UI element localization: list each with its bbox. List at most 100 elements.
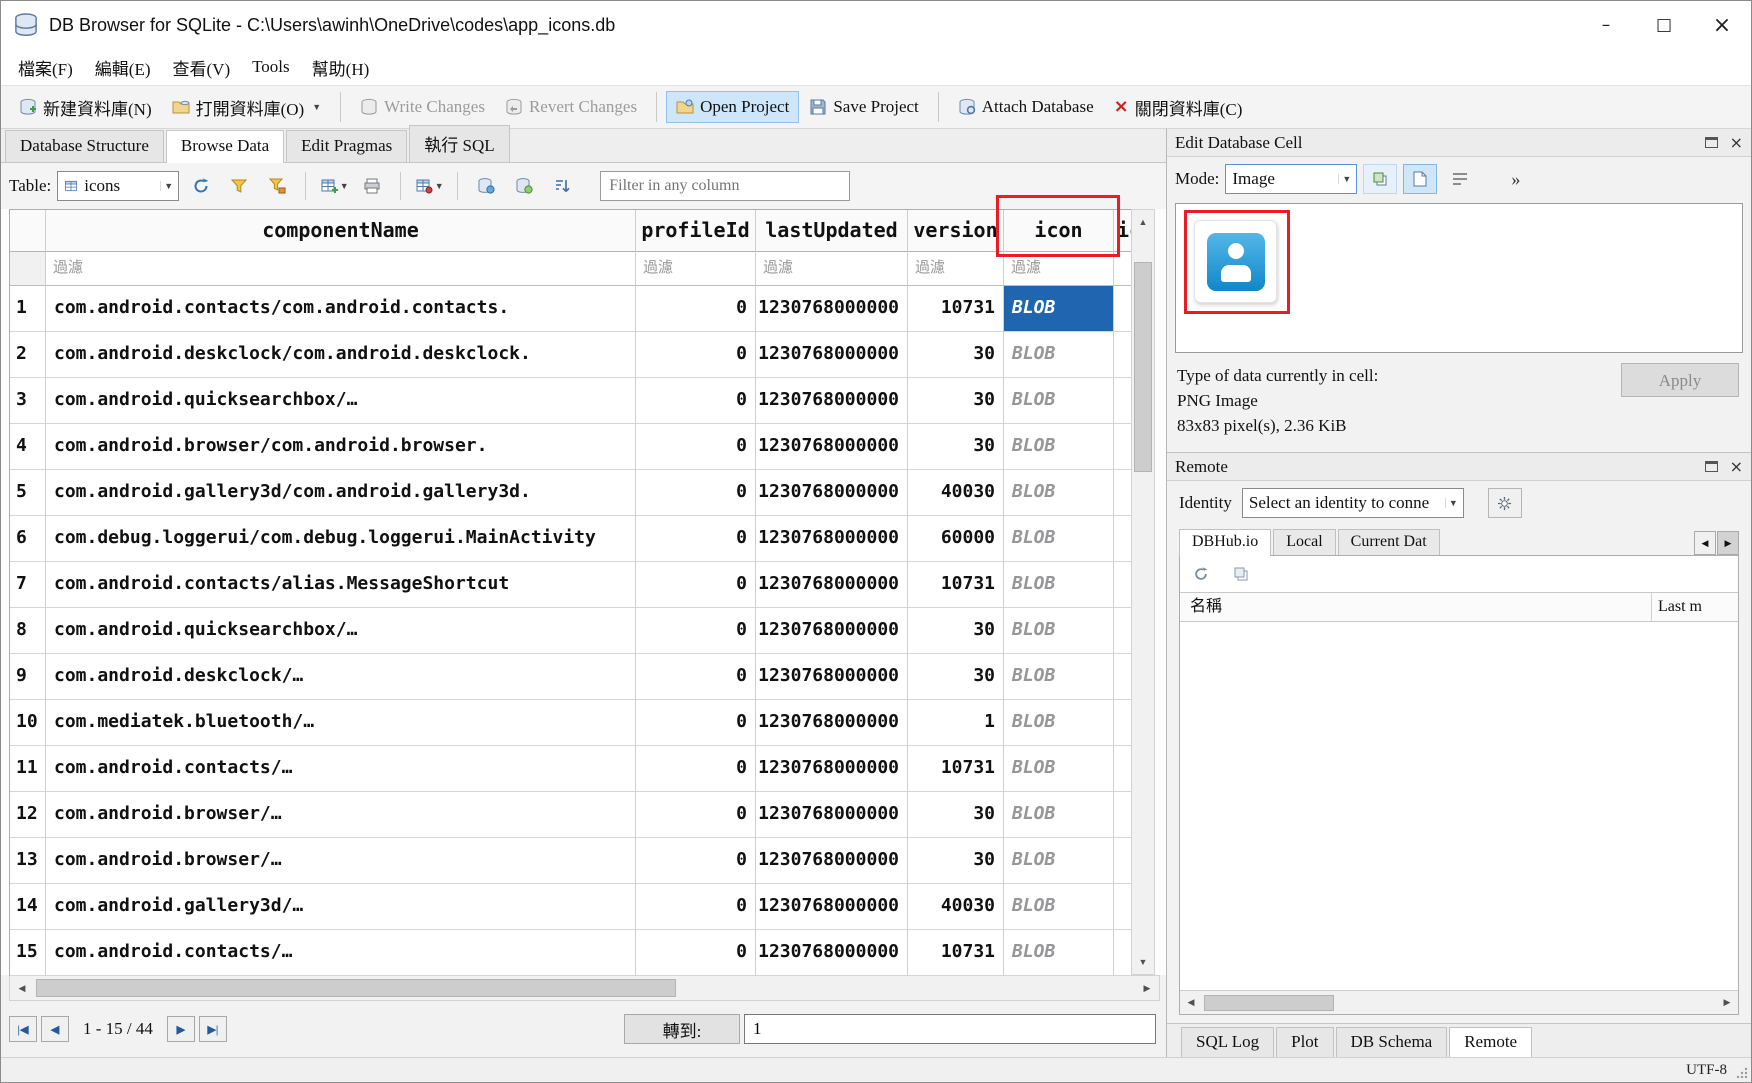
- next-page-button[interactable]: ▶: [167, 1016, 195, 1042]
- version-cell[interactable]: 30: [908, 332, 1004, 378]
- version-cell[interactable]: 30: [908, 608, 1004, 654]
- icon-blob-cell[interactable]: BLOB: [1004, 516, 1114, 562]
- table-row[interactable]: 2 com.android.deskclock/com.android.desk…: [10, 332, 1131, 378]
- last-updated-cell[interactable]: 1230768000000: [756, 838, 908, 884]
- table-row[interactable]: 10 com.mediatek.bluetooth/… 0 1230768000…: [10, 700, 1131, 746]
- filter-componentName[interactable]: 過濾: [46, 252, 636, 286]
- last-updated-cell[interactable]: 1230768000000: [756, 746, 908, 792]
- apply-button[interactable]: Apply: [1621, 363, 1739, 397]
- component-name-cell[interactable]: com.android.browser/…: [46, 792, 636, 838]
- remote-tab-dbhub[interactable]: DBHub.io: [1179, 529, 1271, 556]
- open-external-button[interactable]: [1363, 164, 1397, 194]
- vertical-scrollbar[interactable]: ▲ ▼: [1131, 209, 1155, 975]
- save-filter-button[interactable]: [261, 170, 293, 202]
- identity-select[interactable]: Select an identity to conne ▼: [1242, 488, 1464, 518]
- menu-view[interactable]: 查看(V): [162, 50, 242, 85]
- maximize-button[interactable]: □: [1635, 1, 1693, 49]
- header-lastUpdated[interactable]: lastUpdated: [756, 210, 908, 252]
- open-database-dropdown-icon[interactable]: ▼: [312, 102, 321, 112]
- last-updated-cell[interactable]: 1230768000000: [756, 608, 908, 654]
- table-row[interactable]: 9 com.android.deskclock/… 0 123076800000…: [10, 654, 1131, 700]
- remote-table-body[interactable]: [1180, 622, 1738, 990]
- menu-help[interactable]: 幫助(H): [301, 50, 381, 85]
- open-project-button[interactable]: Open Project: [666, 91, 799, 123]
- scroll-left-button[interactable]: ◀: [10, 976, 34, 1000]
- tab-database-structure[interactable]: Database Structure: [5, 130, 164, 162]
- last-updated-cell[interactable]: 1230768000000: [756, 792, 908, 838]
- goto-button[interactable]: 轉到:: [624, 1014, 740, 1044]
- save-results-button[interactable]: ▼: [413, 170, 445, 202]
- minimize-button[interactable]: –: [1577, 1, 1635, 49]
- last-updated-cell[interactable]: 1230768000000: [756, 516, 908, 562]
- filter-any-column-input[interactable]: [600, 171, 850, 201]
- profile-id-cell[interactable]: 0: [636, 378, 756, 424]
- filter-profileId[interactable]: 過濾: [636, 252, 756, 286]
- new-database-button[interactable]: 新建資料庫(N): [9, 89, 162, 126]
- save-project-button[interactable]: Save Project: [799, 91, 928, 123]
- tab-execute-sql[interactable]: 執行 SQL: [409, 125, 509, 162]
- scroll-up-button[interactable]: ▲: [1132, 210, 1154, 234]
- icon-blob-cell[interactable]: BLOB: [1004, 930, 1114, 976]
- profile-id-cell[interactable]: 0: [636, 838, 756, 884]
- remote-tab-local[interactable]: Local: [1273, 529, 1335, 555]
- table-row[interactable]: 7 com.android.contacts/alias.MessageShor…: [10, 562, 1131, 608]
- icon-blob-cell[interactable]: BLOB: [1004, 746, 1114, 792]
- component-name-cell[interactable]: com.android.contacts/…: [46, 930, 636, 976]
- profile-id-cell[interactable]: 0: [636, 286, 756, 332]
- icon-blob-cell[interactable]: BLOB: [1004, 838, 1114, 884]
- close-button[interactable]: ×: [1693, 1, 1751, 49]
- last-updated-cell[interactable]: 1230768000000: [756, 332, 908, 378]
- last-page-button[interactable]: ▶|: [199, 1016, 227, 1042]
- last-updated-cell[interactable]: 1230768000000: [756, 424, 908, 470]
- version-cell[interactable]: 10731: [908, 562, 1004, 608]
- profile-id-cell[interactable]: 0: [636, 746, 756, 792]
- component-name-cell[interactable]: com.android.quicksearchbox/…: [46, 378, 636, 424]
- table-row[interactable]: 1 com.android.contacts/com.android.conta…: [10, 286, 1131, 332]
- table-row[interactable]: 6 com.debug.loggerui/com.debug.loggerui.…: [10, 516, 1131, 562]
- dock-tab-db-schema[interactable]: DB Schema: [1336, 1027, 1448, 1057]
- icon-blob-cell[interactable]: BLOB: [1004, 470, 1114, 516]
- tab-browse-data[interactable]: Browse Data: [166, 130, 284, 163]
- revert-changes-button[interactable]: Revert Changes: [495, 91, 647, 123]
- menu-file[interactable]: 檔案(F): [7, 50, 84, 85]
- table-row[interactable]: 3 com.android.quicksearchbox/… 0 1230768…: [10, 378, 1131, 424]
- toolbar-overflow-icon[interactable]: »: [1511, 169, 1520, 190]
- profile-id-cell[interactable]: 0: [636, 332, 756, 378]
- menu-tools[interactable]: Tools: [241, 52, 301, 82]
- component-name-cell[interactable]: com.android.contacts/com.android.contact…: [46, 286, 636, 332]
- header-truncated[interactable]: ic: [1114, 210, 1131, 252]
- version-cell[interactable]: 30: [908, 378, 1004, 424]
- component-name-cell[interactable]: com.android.gallery3d/com.android.galler…: [46, 470, 636, 516]
- identity-settings-button[interactable]: [1488, 488, 1522, 518]
- last-updated-cell[interactable]: 1230768000000: [756, 378, 908, 424]
- icon-blob-cell[interactable]: BLOB: [1004, 700, 1114, 746]
- float-panel-button[interactable]: [1705, 461, 1718, 472]
- attach-database-button[interactable]: Attach Database: [948, 91, 1104, 123]
- dock-tab-plot[interactable]: Plot: [1276, 1027, 1333, 1057]
- version-cell[interactable]: 40030: [908, 884, 1004, 930]
- scroll-down-button[interactable]: ▼: [1132, 950, 1154, 974]
- tab-edit-pragmas[interactable]: Edit Pragmas: [286, 130, 407, 162]
- last-updated-cell[interactable]: 1230768000000: [756, 562, 908, 608]
- component-name-cell[interactable]: com.android.contacts/…: [46, 746, 636, 792]
- refresh-button[interactable]: [185, 170, 217, 202]
- icon-blob-cell[interactable]: BLOB: [1004, 792, 1114, 838]
- profile-id-cell[interactable]: 0: [636, 424, 756, 470]
- table-row[interactable]: 12 com.android.browser/… 0 1230768000000…: [10, 792, 1131, 838]
- horizontal-scrollbar[interactable]: ◀ ▶: [9, 975, 1160, 1001]
- remote-scroll-thumb[interactable]: [1204, 995, 1334, 1011]
- table-row[interactable]: 5 com.android.gallery3d/com.android.gall…: [10, 470, 1131, 516]
- first-page-button[interactable]: |◀: [9, 1016, 37, 1042]
- sort-button[interactable]: [546, 170, 578, 202]
- menu-edit[interactable]: 編輯(E): [84, 50, 162, 85]
- filter-version[interactable]: 過濾: [908, 252, 1004, 286]
- remote-scroll-left-button[interactable]: ◀: [1180, 992, 1202, 1014]
- write-changes-button[interactable]: Write Changes: [350, 91, 495, 123]
- icon-blob-cell[interactable]: BLOB: [1004, 562, 1114, 608]
- cell-image-preview[interactable]: [1175, 203, 1743, 353]
- vertical-scroll-thumb[interactable]: [1134, 262, 1152, 472]
- last-updated-cell[interactable]: 1230768000000: [756, 470, 908, 516]
- profile-id-cell[interactable]: 0: [636, 562, 756, 608]
- scroll-right-button[interactable]: ▶: [1135, 976, 1159, 1000]
- remote-column-name[interactable]: 名稱: [1180, 593, 1652, 621]
